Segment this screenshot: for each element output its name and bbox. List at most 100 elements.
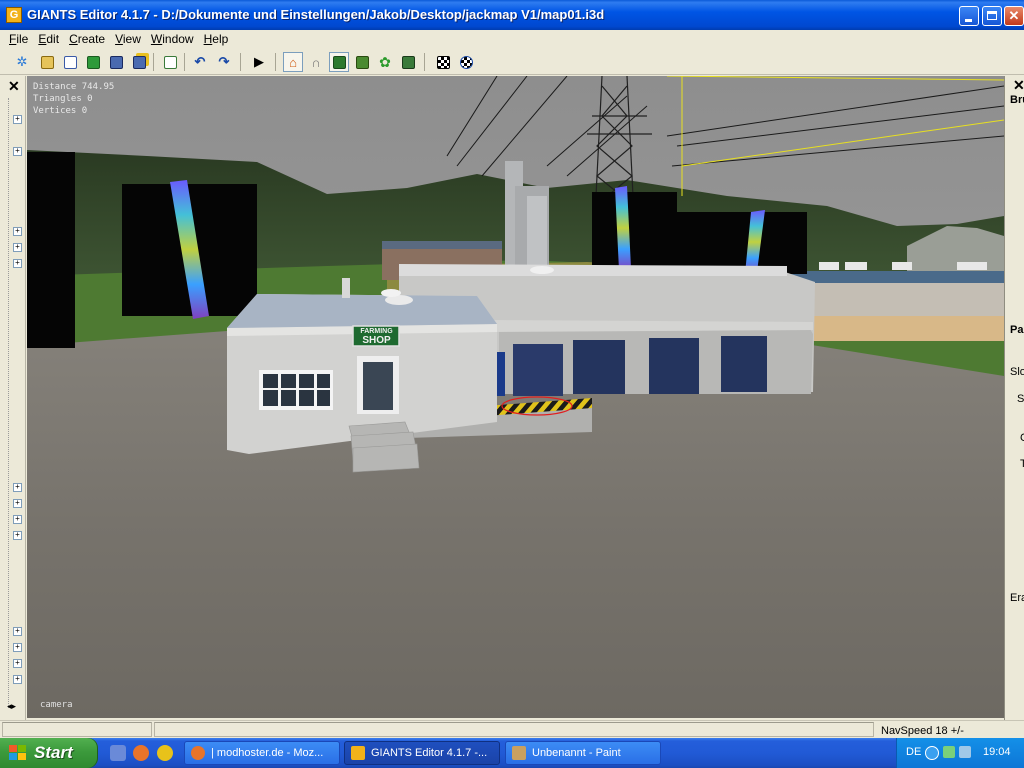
paint-icon xyxy=(512,746,526,760)
scenegraph-panel: ✕ + + + + + + + + + + + + + ◂▸ xyxy=(0,76,26,720)
terrain-paint-button[interactable] xyxy=(352,52,372,72)
type-label: T xyxy=(1020,458,1024,470)
menu-view[interactable]: View xyxy=(110,32,146,46)
tree-expand-icon[interactable]: + xyxy=(13,243,22,252)
menu-window[interactable]: Window xyxy=(146,32,199,46)
firefox-quicklaunch-icon[interactable] xyxy=(133,745,149,761)
close-icon: ✕ xyxy=(1008,8,1020,23)
task-giants-editor[interactable]: GIANTS Editor 4.1.7 -... xyxy=(344,741,500,765)
tree-expand-icon[interactable]: + xyxy=(13,515,22,524)
terrain-sculpt-icon xyxy=(332,55,346,69)
farming-shop-sign: FARMING SHOP xyxy=(360,328,393,346)
vertices-readout: Vertices 0 xyxy=(33,106,88,116)
open-icon xyxy=(40,55,54,69)
tree-expand-icon[interactable]: + xyxy=(13,531,22,540)
clock: 19:04 xyxy=(983,746,1011,758)
main-toolbar: ✲ ↶ ↷ ▶ ⌂ ∩ ✿ xyxy=(0,49,1024,75)
new-icon: ✲ xyxy=(16,54,28,69)
tray-expand-icon[interactable] xyxy=(925,746,939,760)
menu-help[interactable]: Help xyxy=(199,32,234,46)
language-indicator[interactable]: DE xyxy=(906,746,921,758)
new-button[interactable]: ✲ xyxy=(12,52,32,72)
import-button[interactable] xyxy=(60,52,80,72)
right-panel-close-icon[interactable]: ✕ xyxy=(1013,78,1024,92)
refresh-button[interactable] xyxy=(83,52,103,72)
checker-settings-icon xyxy=(459,55,473,69)
save-as-icon xyxy=(132,55,146,69)
terrain-sculpt-button[interactable] xyxy=(329,52,349,72)
system-tray: DE 19:04 xyxy=(896,738,1024,768)
foliage-paint-icon: ✿ xyxy=(379,53,391,70)
window-title: GIANTS Editor 4.1.7 - D:/Dokumente und E… xyxy=(27,7,605,22)
scene-render xyxy=(27,76,1004,718)
export-icon xyxy=(163,55,177,69)
slope-label: Slo xyxy=(1010,366,1024,378)
menu-create[interactable]: Create xyxy=(64,32,110,46)
tree-expand-icon[interactable]: + xyxy=(13,483,22,492)
close-button[interactable]: ✕ xyxy=(1004,6,1024,26)
show-desktop-icon[interactable] xyxy=(110,745,126,761)
save-as-button[interactable] xyxy=(129,52,149,72)
firefox-icon xyxy=(191,746,205,760)
texture-paint-button[interactable] xyxy=(398,52,418,72)
play-button[interactable]: ▶ xyxy=(249,52,269,72)
task-firefox[interactable]: | modhoster.de - Moz... xyxy=(184,741,340,765)
tree-expand-icon[interactable]: + xyxy=(13,227,22,236)
minimize-icon xyxy=(960,7,978,25)
media-player-icon[interactable] xyxy=(157,745,173,761)
open-button[interactable] xyxy=(37,52,57,72)
redo-icon: ↷ xyxy=(218,54,230,69)
start-button[interactable]: Start xyxy=(0,738,98,768)
scroll-arrows-icon[interactable]: ◂▸ xyxy=(7,701,16,712)
checker-icon xyxy=(436,55,450,69)
refresh-icon xyxy=(86,55,100,69)
play-icon: ▶ xyxy=(254,54,264,69)
volume-icon[interactable] xyxy=(959,746,971,758)
magnet-icon: ∩ xyxy=(311,54,321,70)
export-button[interactable] xyxy=(160,52,180,72)
viewport-stats: Distance 744.95 Triangles 0 Vertices 0 xyxy=(33,81,114,117)
foliage-paint-button[interactable]: ✿ xyxy=(375,52,395,72)
tree-expand-icon[interactable]: + xyxy=(13,627,22,636)
redo-button[interactable]: ↷ xyxy=(214,52,234,72)
maximize-icon xyxy=(983,7,1001,25)
terrain-paint-icon xyxy=(355,55,369,69)
giants-icon xyxy=(351,746,365,760)
maximize-button[interactable] xyxy=(982,6,1002,26)
tree-expand-icon[interactable]: + xyxy=(13,259,22,268)
left-panel-close-icon[interactable]: ✕ xyxy=(8,79,20,93)
color-label: C xyxy=(1020,432,1024,444)
checker-settings-button[interactable] xyxy=(456,52,476,72)
title-bar[interactable]: G GIANTS Editor 4.1.7 - D:/Dokumente und… xyxy=(0,0,1024,30)
undo-button[interactable]: ↶ xyxy=(190,52,210,72)
camera-label: camera xyxy=(40,700,73,710)
menu-edit[interactable]: Edit xyxy=(33,32,64,46)
tree-expand-icon[interactable]: + xyxy=(13,499,22,508)
tree-expand-icon[interactable]: + xyxy=(13,643,22,652)
save-icon xyxy=(109,55,123,69)
scene-mode-button[interactable]: ⌂ xyxy=(283,52,303,72)
menu-bar: File Edit Create View Window Help xyxy=(0,30,1024,48)
texture-paint-icon xyxy=(401,55,415,69)
attributes-panel: ✕ Bru Pa Slo S C T Era xyxy=(1004,76,1024,720)
scene-mode-icon: ⌂ xyxy=(289,54,297,70)
windows-logo-icon xyxy=(9,745,27,761)
tree-expand-icon[interactable]: + xyxy=(13,147,22,156)
tree-expand-icon[interactable]: + xyxy=(13,659,22,668)
menu-file[interactable]: File xyxy=(4,32,33,46)
tree-expand-icon[interactable]: + xyxy=(13,675,22,684)
3d-viewport[interactable]: FARMING SHOP Distance 744.95 Triangles 0… xyxy=(27,76,1004,718)
strength-label: S xyxy=(1017,393,1024,405)
checker-button[interactable] xyxy=(433,52,453,72)
task-paint[interactable]: Unbenannt - Paint xyxy=(505,741,661,765)
magnet-button[interactable]: ∩ xyxy=(306,52,326,72)
save-button[interactable] xyxy=(106,52,126,72)
import-icon xyxy=(63,55,77,69)
status-bar: NavSpeed 18 +/- xyxy=(0,720,1024,738)
brush-section-label: Bru xyxy=(1010,94,1024,106)
erase-label: Era xyxy=(1010,592,1024,604)
minimize-button[interactable] xyxy=(959,6,979,26)
undo-icon: ↶ xyxy=(194,54,206,69)
network-icon[interactable] xyxy=(943,746,955,758)
tree-expand-icon[interactable]: + xyxy=(13,115,22,124)
